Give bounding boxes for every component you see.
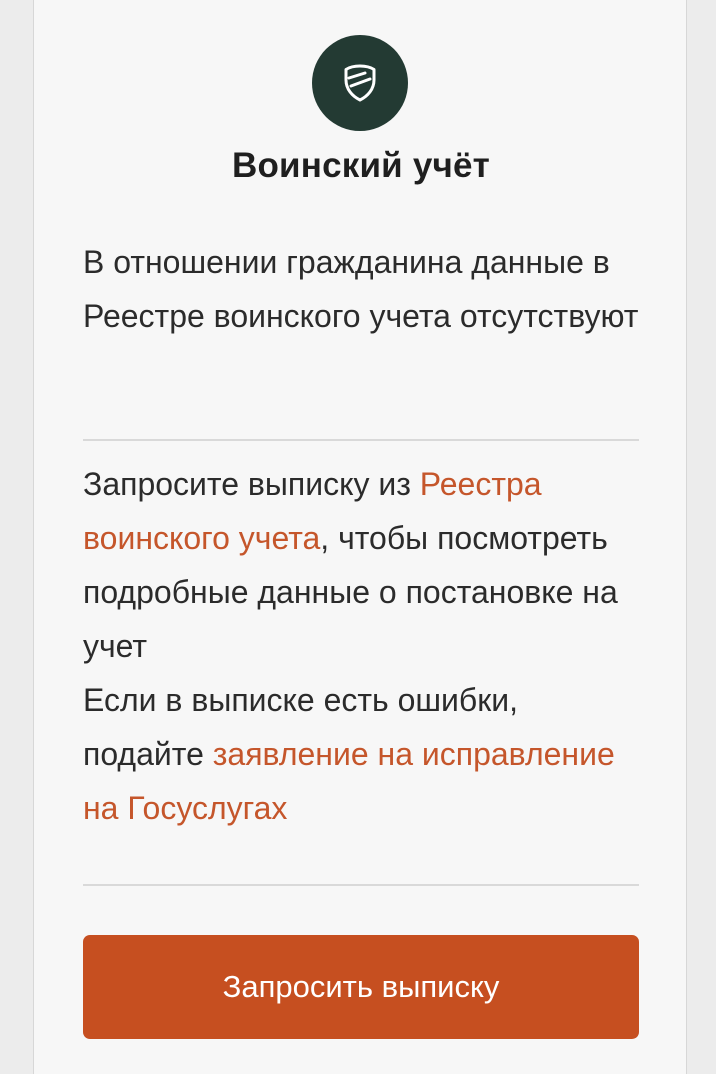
- card-title: Воинский учёт: [231, 146, 491, 185]
- page: Воинский учёт В отношении гражданина дан…: [0, 0, 716, 1074]
- shield-icon: [344, 64, 376, 102]
- info-text-part1: Запросите выписку из: [83, 466, 420, 502]
- shield-icon-circle: [312, 35, 408, 131]
- request-info-text: Запросите выписку из Реестра воинского у…: [83, 457, 643, 835]
- divider: [83, 884, 639, 886]
- military-registration-card: Воинский учёт В отношении гражданина дан…: [33, 0, 687, 1074]
- registry-status-text: В отношении гражданина данные в Реестре …: [83, 244, 639, 334]
- request-extract-button[interactable]: Запросить выписку: [83, 935, 639, 1039]
- divider: [83, 439, 639, 441]
